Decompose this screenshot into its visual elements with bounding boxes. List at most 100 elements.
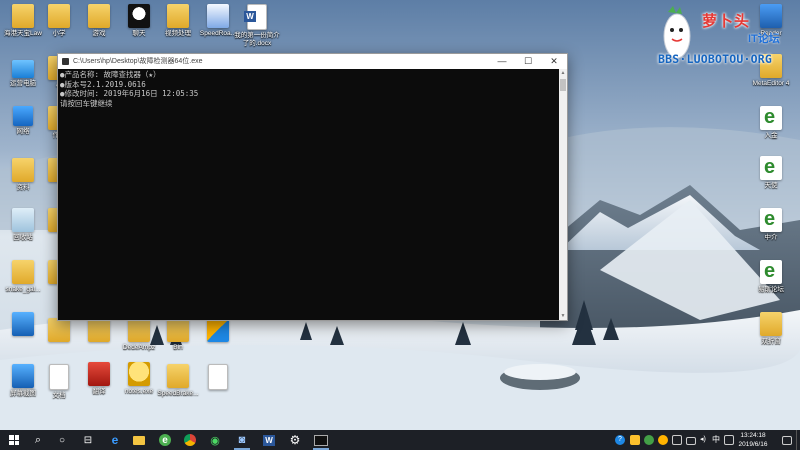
app-icon	[207, 4, 229, 28]
scroll-up-arrow-icon[interactable]: ▲	[559, 69, 567, 77]
search-icon: ⌕	[34, 433, 42, 446]
battery-tray-icon[interactable]	[686, 437, 696, 445]
folder-icon	[12, 4, 34, 28]
window-title: C:\Users\hp\Desktop\故障检测器64位.exe	[73, 58, 203, 65]
taskbar-settings[interactable]: ⚙	[283, 430, 307, 450]
help-tray-icon[interactable]: ?	[615, 435, 625, 445]
app-icon: ◙	[238, 434, 246, 446]
cortana-button[interactable]: ○	[50, 430, 74, 450]
document-icon	[49, 364, 69, 390]
desktop-icon-label: 资料	[16, 184, 30, 191]
ie-icon	[760, 260, 782, 284]
forum-logo: 萝卜头 IT论坛 BBS·LUOBOTOU·ORG	[656, 4, 796, 72]
console-output[interactable]: ●产品名称: 故障查找器（★） ●版本号2.1.2019.0616 ●修改时间:…	[58, 69, 558, 320]
folder-icon	[760, 312, 782, 336]
desktop-icon-app[interactable]	[195, 318, 241, 344]
qq-tray-icon[interactable]	[658, 435, 668, 445]
desktop-icon-ie[interactable]: 天使	[748, 156, 794, 190]
console-line-prompt: 请按回车键继续	[60, 98, 113, 108]
recycle-bin-icon	[12, 208, 34, 232]
desktop-icon-doc[interactable]	[195, 364, 241, 392]
system-clock[interactable]: 13:24:18 2019/6/16	[728, 431, 778, 449]
folder-icon	[128, 318, 150, 342]
desktop-icon-label: 易斯论坛	[758, 286, 784, 293]
chrome-icon	[184, 434, 196, 446]
edge-icon: e	[111, 433, 119, 447]
desktop-icon-label: 双折窗	[761, 338, 781, 345]
folder-icon	[48, 4, 70, 28]
window-titlebar[interactable]: C:\Users\hp\Desktop\故障检测器64位.exe — ☐ ✕	[58, 54, 567, 69]
taskbar-app[interactable]: ◙	[230, 430, 254, 450]
search-button[interactable]: ⌕	[26, 430, 50, 450]
console-line-product: ●产品名称: 故障查找器（★）	[60, 70, 161, 79]
input-method-indicator[interactable]: 中	[712, 435, 724, 445]
taskbar-360-browser[interactable]: e	[153, 430, 177, 450]
windows-icon	[9, 435, 19, 445]
word-document-icon	[244, 4, 267, 30]
folder-icon	[12, 260, 34, 284]
network-tray-icon[interactable]	[672, 435, 682, 445]
shield-icon	[207, 318, 229, 342]
folder-icon	[133, 435, 145, 445]
console-window[interactable]: C:\Users\hp\Desktop\故障检测器64位.exe — ☐ ✕ ●…	[57, 53, 568, 321]
taskbar-wechat[interactable]: ◉	[203, 430, 227, 450]
taskbar-edge[interactable]: e	[103, 430, 127, 450]
desktop-icon-label: Bin	[173, 344, 183, 351]
folder-icon	[167, 4, 189, 28]
document-icon	[208, 364, 228, 390]
desktop-icon-label: 中介	[764, 234, 778, 241]
screen-icon	[12, 364, 34, 388]
task-view-button[interactable]: ⊟	[76, 430, 100, 450]
task-view-icon: ⊟	[83, 434, 93, 446]
scroll-down-arrow-icon[interactable]: ▼	[559, 312, 567, 320]
app-tray-icon[interactable]	[630, 435, 640, 445]
volume-icon[interactable]: ◂)	[700, 435, 710, 445]
cortana-icon: ○	[58, 434, 66, 446]
ie-icon	[760, 208, 782, 232]
folder-icon	[167, 318, 189, 342]
vertical-scrollbar[interactable]: ▲ ▼	[559, 69, 567, 320]
desktop-icon-label: 回收站	[13, 234, 33, 241]
clock-date: 2019/6/16	[738, 441, 768, 448]
console-app-icon	[62, 58, 69, 65]
console-line-version: ●版本号2.1.2019.0616	[60, 79, 146, 89]
desktop-icon-folder[interactable]: 双折窗	[748, 312, 794, 346]
desktop-icon-ie[interactable]: 入金	[748, 106, 794, 140]
app-icon	[88, 362, 110, 386]
taskbar-chrome[interactable]	[178, 430, 202, 450]
console-icon	[314, 434, 328, 446]
folder-icon	[88, 4, 110, 28]
notification-center-icon[interactable]	[782, 436, 792, 445]
scrollbar-thumb[interactable]	[560, 79, 566, 91]
logo-tagline: IT论坛	[748, 33, 780, 45]
desktop-icon-ie[interactable]: 中介	[748, 208, 794, 242]
minimize-button[interactable]: —	[489, 54, 515, 69]
maximize-button[interactable]: ☐	[515, 54, 541, 69]
network-icon	[13, 106, 33, 126]
desktop-icon-label: 我的第一份简介了的.docx	[234, 32, 280, 47]
folder-icon	[12, 158, 34, 182]
taskbar: ⌕ ○ ⊟ e e ◉ ◙ W ⚙ ? ◂) 中 13:24:18 2019/6…	[0, 430, 800, 450]
folder-icon	[167, 364, 189, 388]
logo-title: 萝卜头	[702, 13, 751, 30]
folder-icon	[88, 318, 110, 342]
bulb-icon	[128, 362, 150, 386]
clock-time: 13:24:18	[740, 432, 766, 439]
wechat-icon: ◉	[210, 434, 220, 447]
taskbar-file-explorer[interactable]	[127, 430, 151, 450]
taskbar-word[interactable]: W	[257, 430, 281, 450]
close-button[interactable]: ✕	[541, 54, 567, 69]
start-button[interactable]	[2, 430, 26, 450]
penguin-icon	[128, 4, 150, 28]
desktop-icon-label: MetaEditor 4	[752, 80, 790, 87]
screen-icon	[12, 312, 34, 336]
computer-icon	[12, 60, 34, 78]
security-tray-icon[interactable]	[644, 435, 654, 445]
taskbar-console[interactable]	[309, 430, 333, 450]
desktop-icon-docx[interactable]: 我的第一份简介了的.docx	[234, 4, 280, 47]
show-desktop-button[interactable]	[796, 430, 800, 450]
desktop-icon-label: 天使	[764, 182, 778, 189]
word-icon: W	[263, 434, 275, 446]
desktop-icon-ie[interactable]: 易斯论坛	[748, 260, 794, 294]
folder-icon	[48, 318, 70, 342]
